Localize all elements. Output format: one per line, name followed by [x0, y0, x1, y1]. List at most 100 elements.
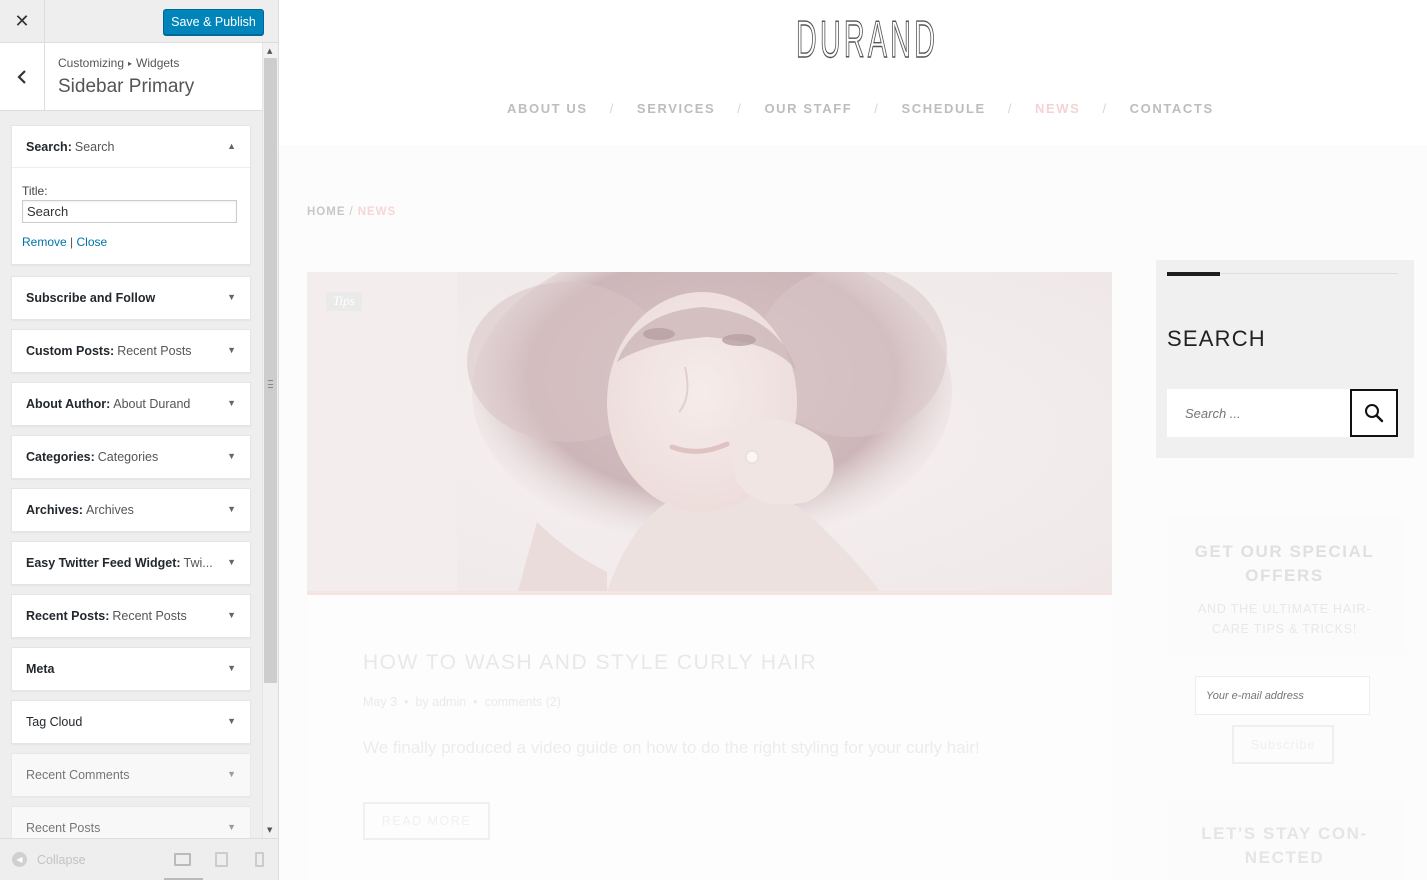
triangle-down-icon[interactable]: ▼ [227, 345, 236, 355]
widget-actions: Remove | Close [22, 235, 240, 249]
offers-title-line: OFFERS [1245, 566, 1324, 585]
widget-subtitle: Archives [85, 503, 134, 517]
triangle-down-icon[interactable]: ▼ [227, 398, 236, 408]
widget-header[interactable]: Recent Posts ▼ [12, 807, 250, 838]
widget-header[interactable]: Meta ▼ [12, 648, 250, 690]
breadcrumb: Customizing ▸ Widgets [58, 56, 179, 70]
widget-item[interactable]: Custom Posts: Recent Posts ▼ [11, 329, 251, 373]
post-featured-image[interactable]: Tips [307, 272, 1112, 595]
title-field-label: Title: [22, 184, 48, 198]
site-preview: DURAND ABOUT US / SERVICES / OUR STAFF /… [279, 0, 1427, 880]
triangle-down-icon[interactable]: ▼ [227, 504, 236, 514]
triangle-up-icon[interactable]: ▲ [227, 141, 236, 151]
widget-header[interactable]: Archives: Archives ▼ [12, 489, 250, 531]
triangle-down-icon[interactable]: ▼ [227, 769, 236, 779]
widget-header[interactable]: Categories: Categories ▼ [12, 436, 250, 478]
widget-item[interactable]: Easy Twitter Feed Widget: Twi... ▼ [11, 541, 251, 585]
scroll-up-icon[interactable]: ▲ [267, 47, 272, 55]
site-logo[interactable]: DURAND [796, 10, 939, 70]
email-field[interactable] [1195, 676, 1370, 715]
nav-separator: / [874, 101, 880, 116]
nav-about-us[interactable]: ABOUT US [507, 101, 588, 116]
triangle-down-icon[interactable]: ▼ [227, 292, 236, 302]
widget-item[interactable]: Tag Cloud ▼ [11, 700, 251, 744]
widget-title: Categories: [26, 450, 95, 464]
widget-item[interactable]: Recent Posts: Recent Posts ▼ [11, 594, 251, 638]
close-link[interactable]: Close [77, 235, 108, 249]
customizer-footer: ◀ Collapse [0, 838, 278, 880]
collapse-button[interactable]: ◀ Collapse [12, 852, 86, 867]
widget-title: Tag Cloud [26, 715, 83, 729]
post-comments[interactable]: comments (2) [485, 695, 561, 709]
nav-schedule[interactable]: SCHEDULE [902, 101, 986, 116]
collapse-arrow-icon: ◀ [12, 852, 27, 867]
offers-title: GET OUR SPECIAL OFFERS [1167, 540, 1402, 588]
triangle-down-icon[interactable]: ▼ [227, 716, 236, 726]
widget-item[interactable]: Categories: Categories ▼ [11, 435, 251, 479]
scrollbar-thumb[interactable] [264, 58, 277, 683]
widget-item[interactable]: Recent Comments ▼ [11, 753, 251, 797]
triangle-down-icon[interactable]: ▼ [227, 610, 236, 620]
breadcrumb-separator: / [349, 206, 354, 218]
widget-header[interactable]: Recent Posts: Recent Posts ▼ [12, 595, 250, 637]
widget-item[interactable]: Meta ▼ [11, 647, 251, 691]
widget-subtitle: Recent Posts [112, 609, 187, 623]
remove-link[interactable]: Remove [22, 235, 67, 249]
widget-item[interactable]: About Author: About Durand ▼ [11, 382, 251, 426]
save-publish-button[interactable]: Save & Publish [163, 9, 264, 35]
search-input[interactable] [1167, 389, 1350, 437]
search-widget-title: SEARCH [1167, 326, 1266, 351]
portrait-image [307, 272, 1112, 591]
search-button[interactable] [1350, 389, 1398, 437]
widget-header[interactable]: Tag Cloud ▼ [12, 701, 250, 743]
breadcrumb-home[interactable]: HOME [307, 206, 346, 218]
widget-header[interactable]: Custom Posts: Recent Posts ▼ [12, 330, 250, 372]
widget-subtitle: Search [74, 139, 115, 154]
widget-item[interactable]: Recent Posts ▼ [11, 806, 251, 838]
widget-subtitle: Twi... [183, 556, 213, 570]
widget-search-form: Title: Remove | Close [12, 168, 250, 249]
triangle-down-icon[interactable]: ▼ [227, 557, 236, 567]
widget-subtitle: Categories [97, 450, 159, 464]
chevron-left-icon[interactable] [0, 43, 45, 110]
post-author[interactable]: admin [432, 695, 466, 709]
nav-services[interactable]: SERVICES [637, 101, 715, 116]
title-field[interactable] [22, 200, 237, 223]
nav-news[interactable]: NEWS [1035, 101, 1080, 116]
widget-title: Recent Posts [26, 821, 101, 835]
widget-item[interactable]: Archives: Archives ▼ [11, 488, 251, 532]
widget-item[interactable]: Subscribe and Follow ▼ [11, 276, 251, 320]
breadcrumb-current: Widgets [136, 56, 180, 70]
post-category-tag[interactable]: Tips [326, 292, 362, 311]
widget-header[interactable]: Easy Twitter Feed Widget: Twi... ▼ [12, 542, 250, 584]
offers-title-line: GET OUR SPECIAL [1194, 542, 1375, 561]
nav-contacts[interactable]: CONTACTS [1130, 101, 1214, 116]
scrollbar[interactable]: ▲ ▼ [262, 43, 278, 838]
widget-title: Easy Twitter Feed Widget: [26, 556, 181, 570]
widget-title: Custom Posts: [26, 344, 115, 358]
widget-header[interactable]: About Author: About Durand ▼ [12, 383, 250, 425]
scroll-down-icon[interactable]: ▼ [267, 826, 272, 834]
triangle-down-icon[interactable]: ▼ [227, 451, 236, 461]
page-breadcrumbs: HOME / NEWS [307, 206, 396, 218]
stay-title-line: LET'S STAY CON- [1201, 824, 1368, 843]
close-icon[interactable]: ✕ [0, 0, 45, 43]
triangle-down-icon[interactable]: ▼ [227, 663, 236, 673]
widget-header[interactable]: Recent Comments ▼ [12, 754, 250, 796]
special-offers-widget: GET OUR SPECIAL OFFERS AND THE ULTIMATE … [1167, 515, 1402, 655]
widget-search-header[interactable]: Search: Search ▲ [12, 126, 250, 168]
section-title: Sidebar Primary [58, 76, 195, 97]
desktop-icon[interactable] [174, 853, 191, 866]
search-icon [1365, 404, 1384, 423]
tablet-icon[interactable] [215, 852, 228, 867]
mobile-icon[interactable] [255, 852, 264, 867]
triangle-down-icon[interactable]: ▼ [227, 822, 236, 832]
subscribe-button[interactable]: Subscribe [1232, 725, 1334, 764]
widget-header[interactable]: Subscribe and Follow ▼ [12, 277, 250, 319]
read-more-button[interactable]: READ MORE [363, 802, 490, 840]
widget-accent-bar [1167, 272, 1220, 276]
nav-our-staff[interactable]: OUR STAFF [764, 101, 852, 116]
post-title[interactable]: HOW TO WASH AND STYLE CURLY HAIR [363, 651, 817, 675]
widget-title: Archives: [26, 503, 83, 517]
widget-title: Search: [26, 139, 72, 154]
